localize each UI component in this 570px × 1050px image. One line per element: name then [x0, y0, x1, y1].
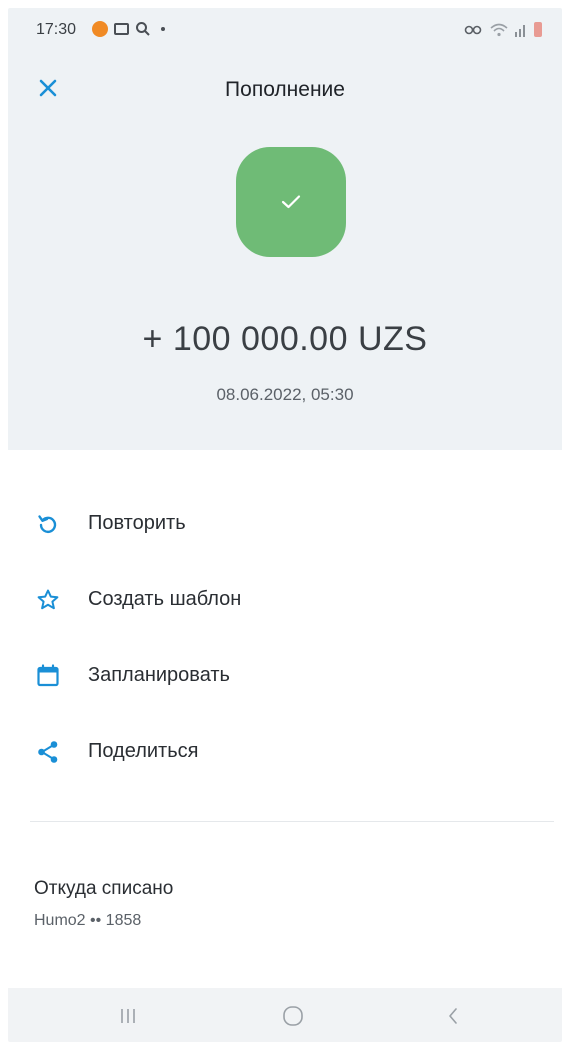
- notification-icons: [92, 21, 165, 37]
- battery-icon: [534, 22, 542, 37]
- share-label: Поделиться: [88, 740, 199, 762]
- wifi-icon: [490, 23, 508, 36]
- repeat-icon: [34, 510, 62, 538]
- system-nav-bar: [8, 988, 562, 1042]
- gallery-notification-icon: [114, 23, 129, 35]
- more-notifications-icon: [161, 27, 165, 31]
- section-divider: [30, 821, 554, 822]
- system-icons: [464, 22, 542, 37]
- create-template-label: Создать шаблон: [88, 588, 242, 610]
- calendar-icon: [34, 662, 62, 690]
- share-icon: [34, 738, 62, 766]
- app-screen: 17:30 Пополнение + 100 000.00 UZS 08.06.…: [8, 8, 562, 1042]
- recent-apps-icon: [121, 1009, 135, 1023]
- search-notification-icon: [136, 22, 150, 36]
- schedule-label: Запланировать: [88, 664, 230, 686]
- vpn-key-icon: [464, 25, 482, 34]
- page-title: Пополнение: [225, 78, 345, 101]
- transaction-amount: + 100 000.00 UZS: [142, 320, 428, 358]
- signal-icon: [515, 24, 525, 37]
- schedule-action[interactable]: Запланировать: [8, 648, 562, 704]
- home-icon: [283, 1006, 303, 1026]
- back-icon: [449, 1008, 457, 1024]
- app-notification-icon: [92, 21, 108, 37]
- repeat-action[interactable]: Повторить: [8, 496, 562, 552]
- share-action[interactable]: Поделиться: [8, 724, 562, 780]
- create-template-action[interactable]: Создать шаблон: [8, 572, 562, 628]
- recent-apps-button[interactable]: [108, 1002, 148, 1030]
- status-time: 17:30: [36, 21, 77, 38]
- home-button[interactable]: [273, 1002, 313, 1030]
- repeat-label: Повторить: [88, 512, 186, 534]
- star-icon: [34, 586, 62, 614]
- checkmark-icon: [281, 195, 301, 209]
- source-account-label: Откуда списано: [34, 878, 174, 899]
- transaction-datetime: 08.06.2022, 05:30: [216, 385, 354, 404]
- back-button[interactable]: [433, 1002, 473, 1030]
- success-status-tile: [236, 147, 346, 257]
- source-account-value: Humo2 •• 1858: [34, 912, 142, 929]
- status-bar: 17:30: [8, 8, 562, 52]
- transaction-header: Пополнение + 100 000.00 UZS 08.06.2022, …: [8, 52, 562, 450]
